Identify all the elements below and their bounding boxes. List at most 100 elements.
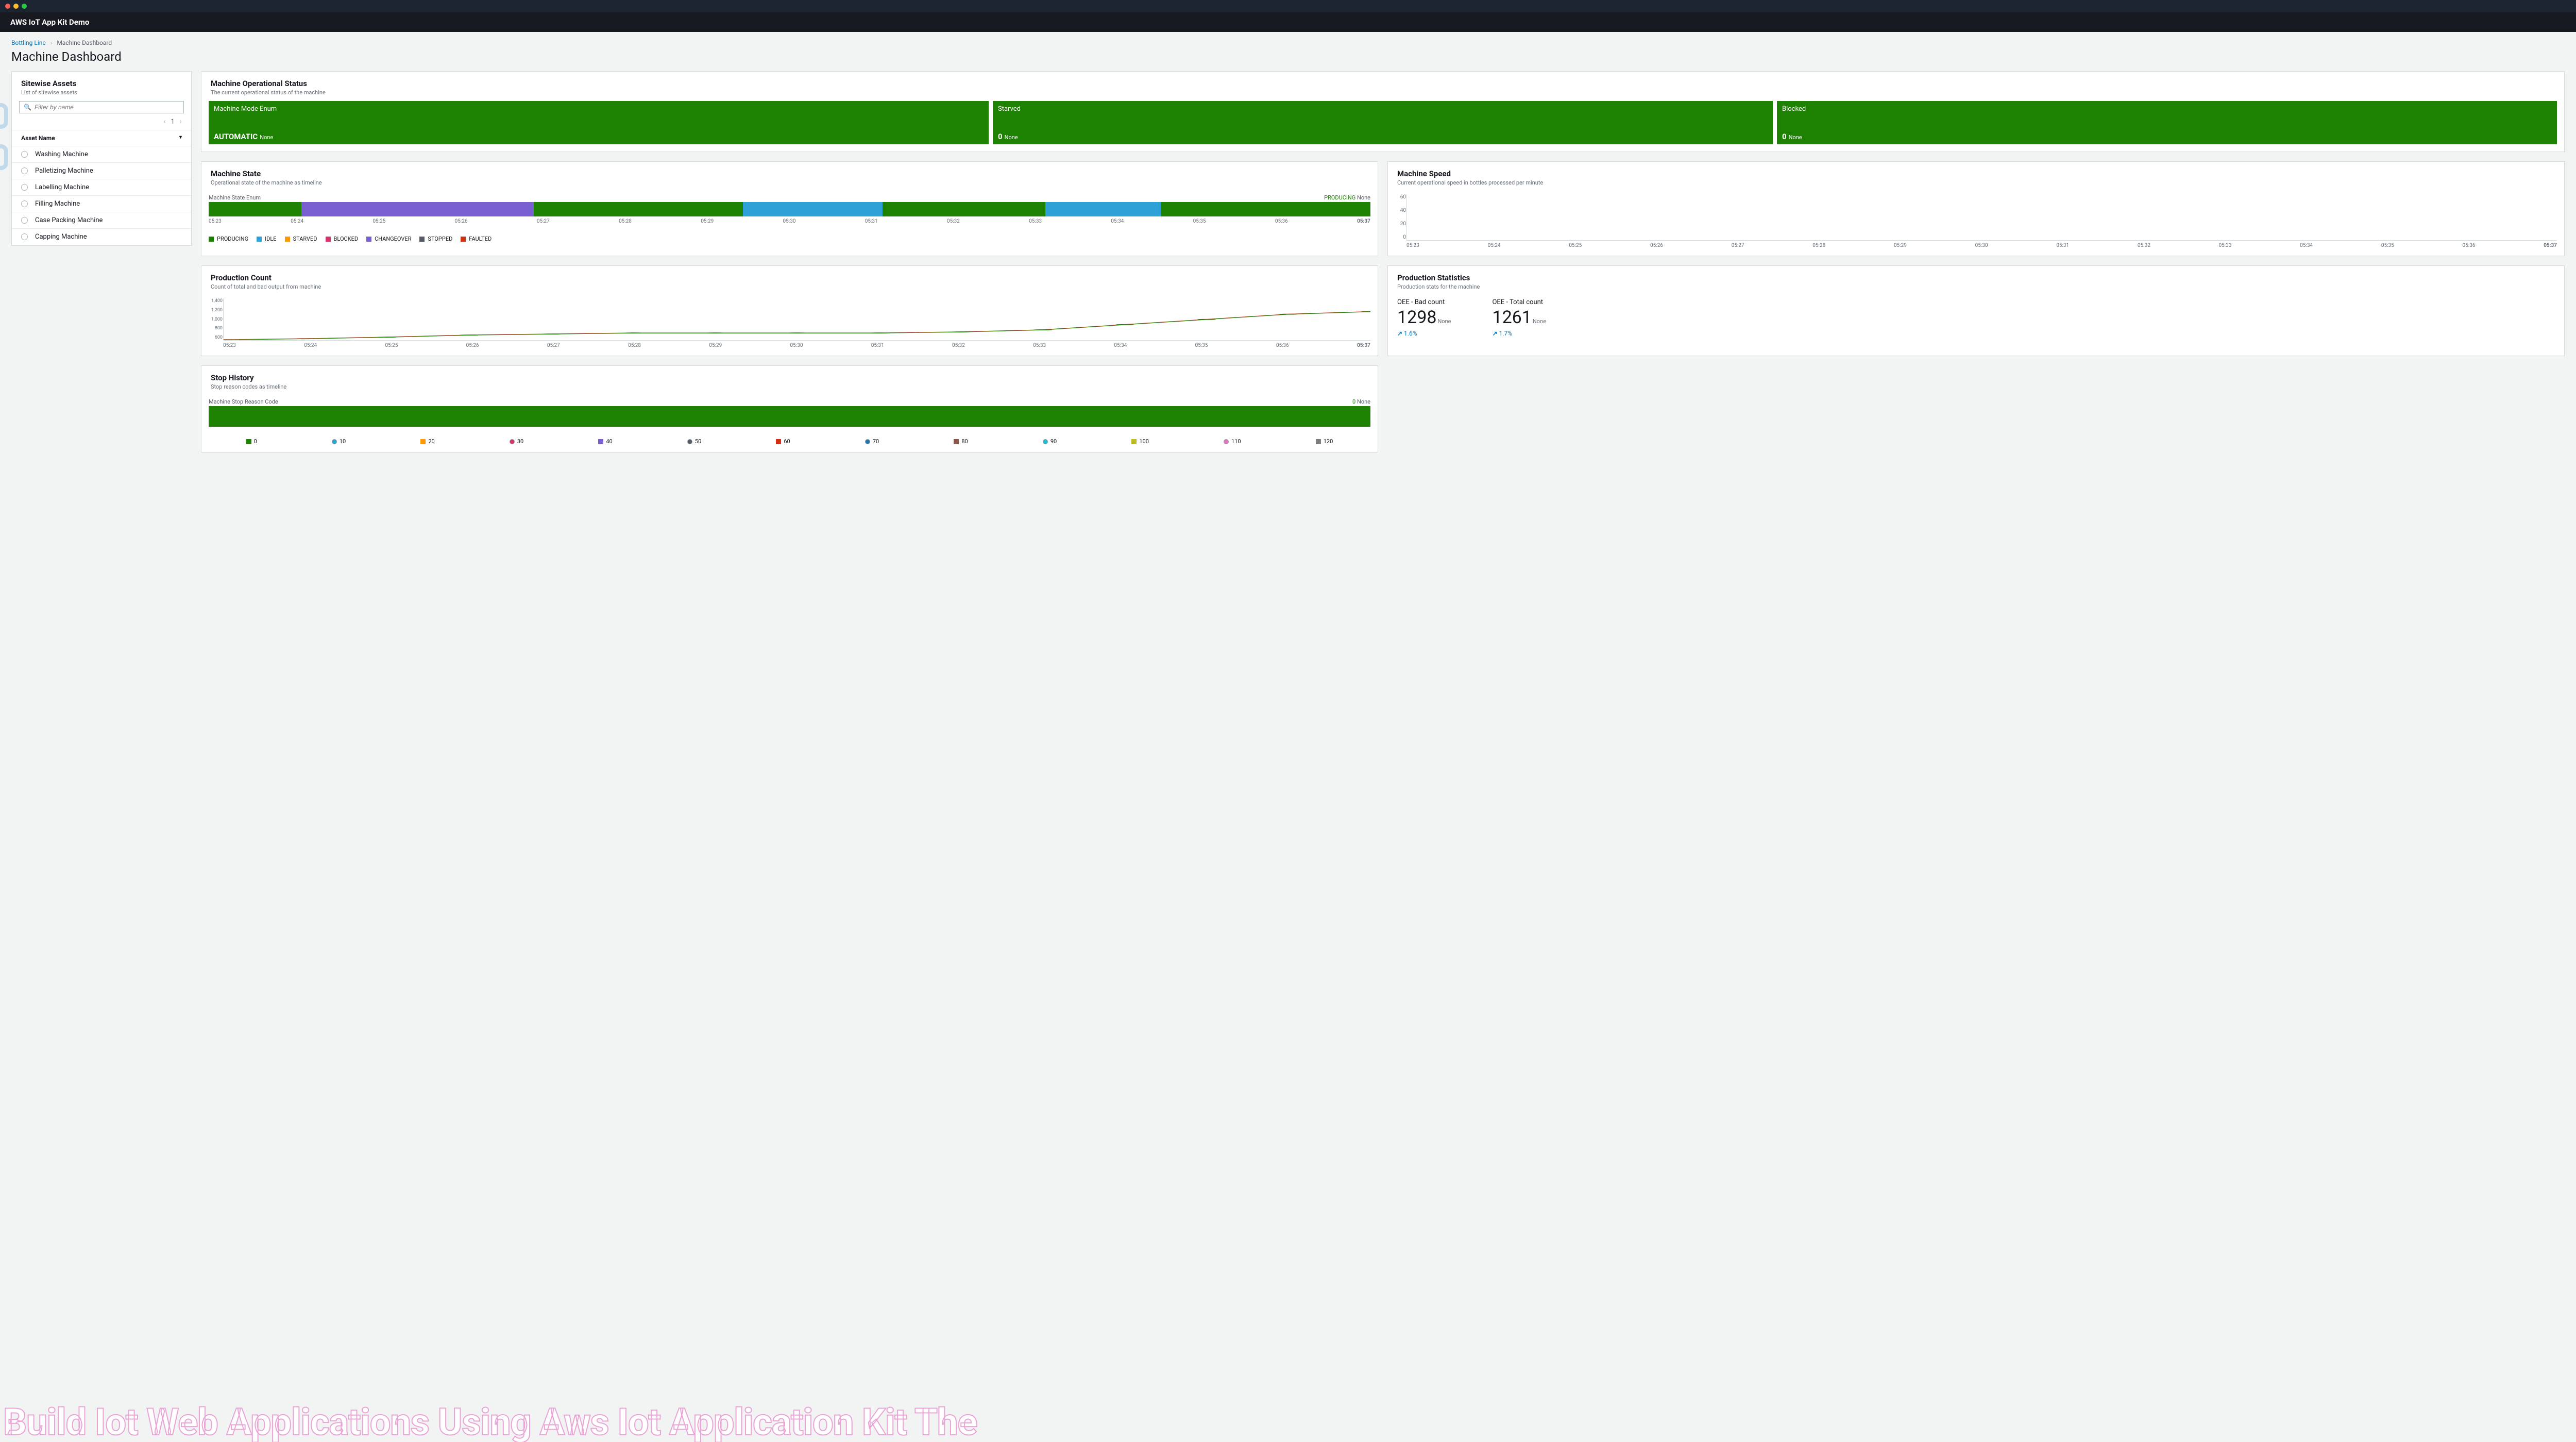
state-series-label: Machine State Enum <box>209 194 261 201</box>
stats-subtitle: Production stats for the machine <box>1397 283 2555 290</box>
stop-legend-item: 60 <box>776 438 790 445</box>
starved-label: Starved <box>998 105 1768 113</box>
overlay-watermark: Build Iot Web Applications Using Aws Iot… <box>3 1405 2573 1440</box>
state-legend: PRODUCING IDLE STARVED BLOCKED CHANGEOVER STO… <box>201 231 1378 249</box>
production-count-chart: 1,4001,2001,000800600 <box>223 298 1370 341</box>
oee-bad-delta: ↗ 1.6% <box>1397 330 1451 337</box>
machine-speed-panel: Machine Speed Current operational speed … <box>1387 161 2565 256</box>
stop-series-label: Machine Stop Reason Code <box>209 398 278 405</box>
radio-icon[interactable] <box>21 167 28 174</box>
state-x-ticks: 05:2305:2405:2505:2605:2705:2805:2905:30… <box>209 219 1370 224</box>
legend-item: STARVED <box>285 236 317 242</box>
radio-icon[interactable] <box>21 233 28 240</box>
legend-item: STOPPED <box>419 236 452 242</box>
assets-subtitle: List of sitewise assets <box>21 89 182 96</box>
page-title: Machine Dashboard <box>11 49 2565 64</box>
trend-up-icon: ↗ <box>1397 330 1402 337</box>
stop-current-value: 0 None <box>1352 398 1370 405</box>
blocked-card: Blocked 0None <box>1777 101 2557 144</box>
chevron-right-icon: › <box>50 39 53 46</box>
radio-icon[interactable] <box>21 200 28 207</box>
machine-state-panel: Machine State Operational state of the m… <box>201 161 1378 256</box>
stop-legend-item: 70 <box>865 438 879 445</box>
legend-item: PRODUCING <box>209 236 248 242</box>
speed-x-ticks: 05:2305:2405:2505:2605:2705:2805:2905:30… <box>1406 243 2557 248</box>
stop-legend-item: 80 <box>954 438 968 445</box>
minimize-icon[interactable] <box>13 4 19 9</box>
asset-name-column-header[interactable]: Asset Name▾ <box>12 130 191 146</box>
radio-icon[interactable] <box>21 151 28 158</box>
oee-total-delta: ↗ 1.7% <box>1492 330 1546 337</box>
breadcrumb-current: Machine Dashboard <box>57 39 112 46</box>
breadcrumb: Bottling Line › Machine Dashboard <box>11 39 2565 46</box>
asset-row[interactable]: Capping Machine <box>12 229 191 245</box>
oee-bad-stat: OEE - Bad count 1298None ↗ 1.6% <box>1397 298 1451 337</box>
radio-icon[interactable] <box>21 217 28 224</box>
blocked-label: Blocked <box>1782 105 2552 113</box>
legend-item: BLOCKED <box>326 236 359 242</box>
stop-title: Stop History <box>211 373 1368 382</box>
stats-title: Production Statistics <box>1397 273 2555 282</box>
sitewise-assets-panel: Sitewise Assets List of sitewise assets … <box>11 71 192 246</box>
state-current-value: PRODUCING None <box>1324 194 1370 201</box>
speed-title: Machine Speed <box>1397 169 2555 178</box>
app-header: AWS IoT App Kit Demo <box>0 12 2576 32</box>
speed-subtitle: Current operational speed in bottles pro… <box>1397 179 2555 186</box>
stop-legend-item: 50 <box>687 438 701 445</box>
production-count-panel: Production Count Count of total and bad … <box>201 265 1378 356</box>
mode-card: Machine Mode Enum AUTOMATICNone <box>209 101 989 144</box>
prev-page-button[interactable]: ‹ <box>163 118 165 126</box>
assets-title: Sitewise Assets <box>21 79 182 88</box>
page-number: 1 <box>171 118 174 126</box>
filter-input[interactable] <box>35 104 179 111</box>
asset-row[interactable]: Case Packing Machine <box>12 212 191 229</box>
stop-timeline-chart <box>209 406 1370 427</box>
trend-up-icon: ↗ <box>1492 330 1497 337</box>
close-icon[interactable] <box>5 4 10 9</box>
asset-table: Asset Name▾ Washing MachinePalletizing M… <box>12 130 191 245</box>
stop-history-panel: Stop History Stop reason codes as timeli… <box>201 365 1378 452</box>
asset-row[interactable]: Palletizing Machine <box>12 163 191 179</box>
legend-item: IDLE <box>257 236 276 242</box>
stop-legend-item: 100 <box>1131 438 1149 445</box>
state-timeline-chart <box>209 202 1370 216</box>
stop-legend-item: 40 <box>598 438 612 445</box>
stop-legend-item: 10 <box>332 438 346 445</box>
prod-count-title: Production Count <box>211 273 1368 282</box>
window-titlebar <box>0 0 2576 12</box>
asset-row[interactable]: Washing Machine <box>12 146 191 163</box>
stop-legend-item: 30 <box>510 438 523 445</box>
operational-status-panel: Machine Operational Status The current o… <box>201 71 2565 152</box>
maximize-icon[interactable] <box>22 4 27 9</box>
stop-legend-item: 20 <box>420 438 434 445</box>
search-icon: 🔍 <box>24 104 31 111</box>
production-stats-panel: Production Statistics Production stats f… <box>1387 265 2565 356</box>
asset-row[interactable]: Labelling Machine <box>12 179 191 196</box>
stop-legend-item: 0 <box>246 438 257 445</box>
op-status-title: Machine Operational Status <box>211 79 2555 88</box>
stop-legend-item: 110 <box>1224 438 1241 445</box>
breadcrumb-root-link[interactable]: Bottling Line <box>11 39 46 46</box>
stop-legend-item: 120 <box>1316 438 1333 445</box>
prod-count-x-ticks: 05:2305:2405:2505:2605:2705:2805:2905:30… <box>223 343 1370 348</box>
oee-total-stat: OEE - Total count 1261None ↗ 1.7% <box>1492 298 1546 337</box>
speed-bar-chart: 6040200 <box>1406 194 2557 241</box>
next-page-button[interactable]: › <box>180 118 182 126</box>
legend-item: CHANGEOVER <box>366 236 411 242</box>
asset-row[interactable]: Filling Machine <box>12 196 191 212</box>
filter-box[interactable]: 🔍 <box>19 101 184 113</box>
machine-state-subtitle: Operational state of the machine as time… <box>211 179 1368 186</box>
op-status-subtitle: The current operational status of the ma… <box>211 89 2555 96</box>
machine-state-title: Machine State <box>211 169 1368 178</box>
stop-subtitle: Stop reason codes as timeline <box>211 383 1368 390</box>
app-title: AWS IoT App Kit Demo <box>10 18 89 27</box>
starved-card: Starved 0None <box>993 101 1773 144</box>
legend-item: FAULTED <box>461 236 492 242</box>
stop-legend-item: 90 <box>1043 438 1057 445</box>
sort-icon: ▾ <box>179 135 182 140</box>
prod-count-subtitle: Count of total and bad output from machi… <box>211 283 1368 290</box>
radio-icon[interactable] <box>21 184 28 191</box>
pager: ‹ 1 › <box>12 113 191 130</box>
stop-legend: 0 10 20 30 40 50 60 70 80 90 100 110 120 <box>201 434 1378 452</box>
mode-label: Machine Mode Enum <box>214 105 984 113</box>
